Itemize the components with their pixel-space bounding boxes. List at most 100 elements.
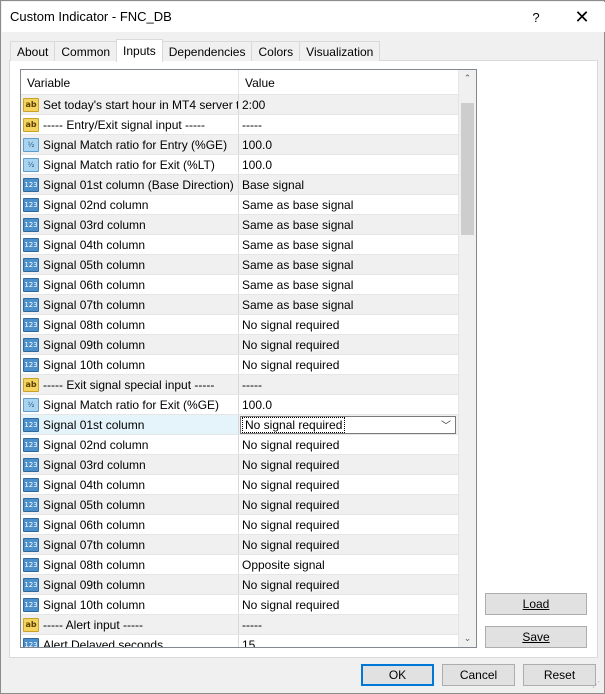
- column-header-variable[interactable]: Variable: [21, 70, 239, 95]
- table-row[interactable]: 123 Signal 10th column No signal required: [21, 595, 458, 615]
- table-row[interactable]: 123 Signal 08th column Opposite signal: [21, 555, 458, 575]
- resize-grip-icon[interactable]: ⋰: [592, 681, 602, 691]
- close-button[interactable]: ✕: [559, 2, 605, 32]
- variable-cell[interactable]: 123 Signal 07th column: [21, 535, 239, 554]
- variable-cell[interactable]: ab Set today's start hour in MT4 server t…: [21, 95, 239, 114]
- variable-cell[interactable]: 123 Signal 04th column: [21, 475, 239, 494]
- table-row[interactable]: 123 Alert Delayed seconds 15: [21, 635, 458, 648]
- table-row[interactable]: 123 Signal 03rd column No signal required: [21, 455, 458, 475]
- value-cell[interactable]: 15: [239, 635, 458, 648]
- value-cell[interactable]: 2:00: [239, 95, 458, 114]
- variable-cell[interactable]: 123 Signal 09th column: [21, 575, 239, 594]
- reset-button[interactable]: Reset: [523, 664, 596, 686]
- table-row[interactable]: 123 Signal 07th column No signal required: [21, 535, 458, 555]
- value-cell[interactable]: No signal required: [239, 495, 458, 514]
- table-row[interactable]: ½ Signal Match ratio for Entry (%GE) 100.0: [21, 135, 458, 155]
- table-row[interactable]: ab ----- Alert input ----- -----: [21, 615, 458, 635]
- scroll-thumb[interactable]: [461, 103, 474, 235]
- cancel-button[interactable]: Cancel: [442, 664, 515, 686]
- load-button[interactable]: Load: [485, 593, 587, 615]
- ok-button[interactable]: OK: [361, 664, 434, 686]
- variable-cell[interactable]: 123 Signal 01st column: [21, 415, 239, 434]
- value-cell[interactable]: Same as base signal: [239, 295, 458, 314]
- variable-cell[interactable]: 123 Alert Delayed seconds: [21, 635, 239, 647]
- table-row[interactable]: 123 Signal 09th column No signal required: [21, 335, 458, 355]
- table-row[interactable]: 123 Signal 04th column Same as base signal: [21, 235, 458, 255]
- variable-cell[interactable]: 123 Signal 03rd column: [21, 215, 239, 234]
- value-cell[interactable]: No signal required: [239, 435, 458, 454]
- variable-cell[interactable]: 123 Signal 06th column: [21, 515, 239, 534]
- value-cell[interactable]: Same as base signal: [239, 235, 458, 254]
- variable-cell[interactable]: 123 Signal 10th column: [21, 355, 239, 374]
- table-row[interactable]: ½ Signal Match ratio for Exit (%GE) 100.0: [21, 395, 458, 415]
- variable-cell[interactable]: 123 Signal 05th column: [21, 495, 239, 514]
- table-row[interactable]: 123 Signal 05th column No signal required: [21, 495, 458, 515]
- value-dropdown[interactable]: No signal required ﹀: [240, 415, 456, 434]
- variable-cell[interactable]: 123 Signal 07th column: [21, 295, 239, 314]
- variable-cell[interactable]: 123 Signal 01st column (Base Direction): [21, 175, 239, 194]
- value-cell[interactable]: -----: [239, 115, 458, 134]
- table-row[interactable]: 123 Signal 02nd column Same as base signal: [21, 195, 458, 215]
- variable-cell[interactable]: ab ----- Alert input -----: [21, 615, 239, 634]
- variable-cell[interactable]: ½ Signal Match ratio for Exit (%GE): [21, 395, 239, 414]
- variable-cell[interactable]: 123 Signal 02nd column: [21, 435, 239, 454]
- variable-cell[interactable]: 123 Signal 05th column: [21, 255, 239, 274]
- variable-cell[interactable]: ab ----- Entry/Exit signal input -----: [21, 115, 239, 134]
- value-cell[interactable]: Same as base signal: [239, 195, 458, 214]
- scroll-down-icon[interactable]: ⌄: [459, 630, 476, 647]
- value-cell[interactable]: No signal required: [239, 335, 458, 354]
- variable-cell[interactable]: 123 Signal 06th column: [21, 275, 239, 294]
- table-row[interactable]: ab Set today's start hour in MT4 server t…: [21, 95, 458, 115]
- table-row[interactable]: ab ----- Exit signal special input ----- -…: [21, 375, 458, 395]
- variable-cell[interactable]: ½ Signal Match ratio for Exit (%LT): [21, 155, 239, 174]
- tab-common[interactable]: Common: [54, 41, 118, 61]
- table-row[interactable]: 123 Signal 08th column No signal required: [21, 315, 458, 335]
- tab-visualization[interactable]: Visualization: [299, 41, 381, 61]
- variable-cell[interactable]: ab ----- Exit signal special input -----: [21, 375, 239, 394]
- table-row[interactable]: 123 Signal 04th column No signal required: [21, 475, 458, 495]
- table-row[interactable]: 123 Signal 01st column No signal required ﹀: [21, 415, 458, 435]
- table-row[interactable]: 123 Signal 10th column No signal required: [21, 355, 458, 375]
- value-cell[interactable]: 100.0: [239, 395, 458, 414]
- help-button[interactable]: ?: [513, 2, 559, 32]
- scroll-up-icon[interactable]: ⌃: [459, 70, 476, 87]
- table-row[interactable]: 123 Signal 05th column Same as base signal: [21, 255, 458, 275]
- value-cell[interactable]: -----: [239, 375, 458, 394]
- variable-cell[interactable]: 123 Signal 08th column: [21, 315, 239, 334]
- value-cell[interactable]: -----: [239, 615, 458, 634]
- table-row[interactable]: ½ Signal Match ratio for Exit (%LT) 100.0: [21, 155, 458, 175]
- table-row[interactable]: ab ----- Entry/Exit signal input ----- ---…: [21, 115, 458, 135]
- column-header-value[interactable]: Value: [239, 70, 458, 95]
- tab-colors[interactable]: Colors: [251, 41, 301, 61]
- chevron-down-icon[interactable]: ﹀: [437, 417, 455, 432]
- table-row[interactable]: 123 Signal 02nd column No signal required: [21, 435, 458, 455]
- variable-cell[interactable]: ½ Signal Match ratio for Entry (%GE): [21, 135, 239, 154]
- value-cell[interactable]: 100.0: [239, 135, 458, 154]
- value-cell[interactable]: No signal required: [239, 595, 458, 614]
- value-cell[interactable]: Same as base signal: [239, 215, 458, 234]
- value-cell[interactable]: No signal required: [239, 575, 458, 594]
- variable-cell[interactable]: 123 Signal 02nd column: [21, 195, 239, 214]
- table-row[interactable]: 123 Signal 09th column No signal required: [21, 575, 458, 595]
- table-row[interactable]: 123 Signal 06th column Same as base signal: [21, 275, 458, 295]
- value-cell[interactable]: No signal required: [239, 535, 458, 554]
- value-cell[interactable]: Opposite signal: [239, 555, 458, 574]
- tab-about[interactable]: About: [10, 41, 56, 61]
- value-cell[interactable]: No signal required: [239, 315, 458, 334]
- vertical-scrollbar[interactable]: ⌃ ⌄: [458, 70, 476, 647]
- value-cell[interactable]: Same as base signal: [239, 255, 458, 274]
- table-row[interactable]: 123 Signal 06th column No signal required: [21, 515, 458, 535]
- value-cell[interactable]: No signal required: [239, 475, 458, 494]
- value-cell[interactable]: No signal required: [239, 515, 458, 534]
- table-row[interactable]: 123 Signal 01st column (Base Direction) Ba…: [21, 175, 458, 195]
- value-cell[interactable]: Same as base signal: [239, 275, 458, 294]
- value-cell[interactable]: Base signal: [239, 175, 458, 194]
- variable-cell[interactable]: 123 Signal 03rd column: [21, 455, 239, 474]
- variable-cell[interactable]: 123 Signal 04th column: [21, 235, 239, 254]
- value-cell[interactable]: 100.0: [239, 155, 458, 174]
- value-cell[interactable]: No signal required ﹀: [239, 415, 458, 434]
- table-row[interactable]: 123 Signal 03rd column Same as base signal: [21, 215, 458, 235]
- value-cell[interactable]: No signal required: [239, 455, 458, 474]
- table-row[interactable]: 123 Signal 07th column Same as base signal: [21, 295, 458, 315]
- tab-dependencies[interactable]: Dependencies: [161, 41, 253, 61]
